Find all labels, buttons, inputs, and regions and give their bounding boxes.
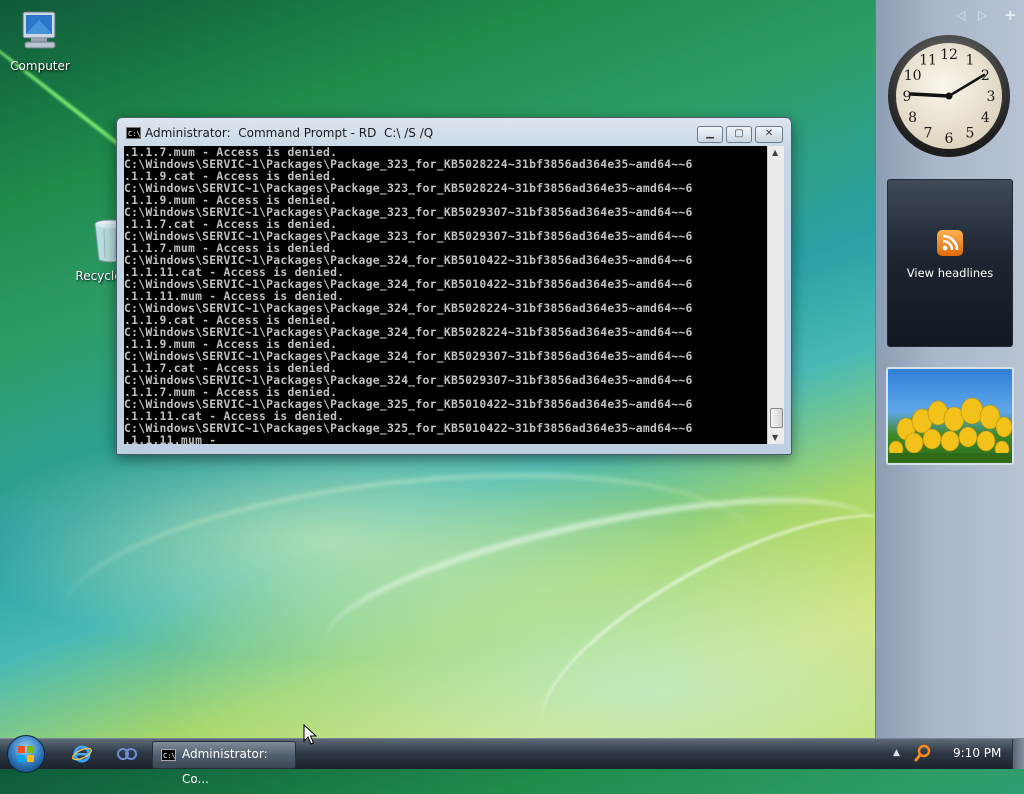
windows-logo-icon	[18, 746, 34, 762]
switch-windows-icon[interactable]	[116, 746, 138, 766]
clock-face: 12 1234567891011	[888, 35, 1010, 157]
wallpaper-streak	[313, 463, 887, 703]
view-headlines-label[interactable]: View headlines	[888, 266, 1012, 280]
show-desktop-button[interactable]	[1012, 739, 1024, 769]
clock-numeral: 1	[966, 53, 975, 69]
clock-gadget[interactable]: 12 1 2 3 4 5 6 7 8 9 10 11	[886, 33, 1012, 159]
clock-numeral: 6	[945, 131, 954, 147]
sidebar-next-icon[interactable]: ▷	[978, 8, 987, 22]
cmd-icon: C:\	[126, 127, 141, 139]
clock-numeral: 9	[903, 89, 912, 105]
start-button[interactable]	[7, 735, 45, 773]
svg-text:C:\: C:\	[163, 752, 176, 760]
taskbar-button-command-prompt[interactable]: C:\ Administrator: Co...	[152, 741, 296, 786]
console-scrollbar[interactable]: ▲ ▼	[767, 146, 784, 444]
system-clock[interactable]: 9:10 PM	[953, 746, 1001, 760]
computer-icon	[2, 10, 78, 57]
clock-numeral: 11	[919, 53, 937, 69]
console-output[interactable]: .1.1.7.mum - Access is denied. C:\Windows…	[124, 146, 767, 444]
mouse-cursor-icon	[303, 724, 317, 745]
scroll-down-arrow-icon[interactable]: ▼	[772, 433, 778, 442]
clock-numeral: 8	[908, 110, 917, 126]
close-button[interactable]: ✕	[755, 126, 783, 143]
clock-numeral: 3	[987, 89, 996, 105]
sidebar-prev-icon[interactable]: ◁	[956, 8, 965, 22]
windows-sidebar: ◁ ▷ + 12 1 2 3 4 5 6 7 8 9 10 11 View he…	[875, 0, 1024, 738]
show-hidden-icons-arrow-icon[interactable]: ▲	[893, 748, 900, 758]
rss-icon	[937, 230, 963, 256]
window-title: Administrator: Command Prompt - RD C:\ /…	[145, 126, 434, 140]
svg-text:C:\: C:\	[128, 130, 141, 138]
hour-hand	[909, 92, 951, 98]
clock-numeral: 4	[981, 110, 990, 126]
tulips-photo	[888, 397, 1012, 463]
taskbar: C:\ Administrator: Co... ▲ 9:10 PM	[0, 735, 1024, 786]
slideshow-gadget[interactable]	[886, 367, 1014, 465]
maximize-button[interactable]: ▢	[726, 126, 752, 143]
cmd-icon: C:\	[161, 749, 176, 761]
feed-headlines-gadget[interactable]: View headlines	[887, 179, 1013, 347]
clock-numeral: 12	[940, 47, 958, 63]
console-line: .1.1.11.mum -	[124, 433, 224, 444]
clock-numeral: 10	[904, 68, 922, 84]
internet-explorer-icon[interactable]	[72, 744, 92, 768]
command-prompt-window[interactable]: C:\ Administrator: Command Prompt - RD C…	[116, 117, 792, 455]
desktop-icon-label: Computer	[10, 59, 70, 73]
clock-numeral: 7	[924, 125, 933, 141]
wallpaper-streak	[51, 443, 769, 720]
scroll-thumb[interactable]	[770, 408, 783, 428]
desktop-icon-computer[interactable]: Computer	[2, 10, 78, 73]
taskbar-button-label: Administrator: Co...	[182, 747, 268, 786]
minimize-button[interactable]: ▁	[697, 126, 723, 143]
clock-numeral: 5	[966, 125, 975, 141]
window-titlebar[interactable]: C:\ Administrator: Command Prompt - RD C…	[117, 118, 791, 146]
scroll-up-arrow-icon[interactable]: ▲	[772, 148, 778, 157]
search-tray-icon[interactable]	[914, 744, 932, 766]
add-gadget-icon[interactable]: +	[1004, 6, 1017, 24]
